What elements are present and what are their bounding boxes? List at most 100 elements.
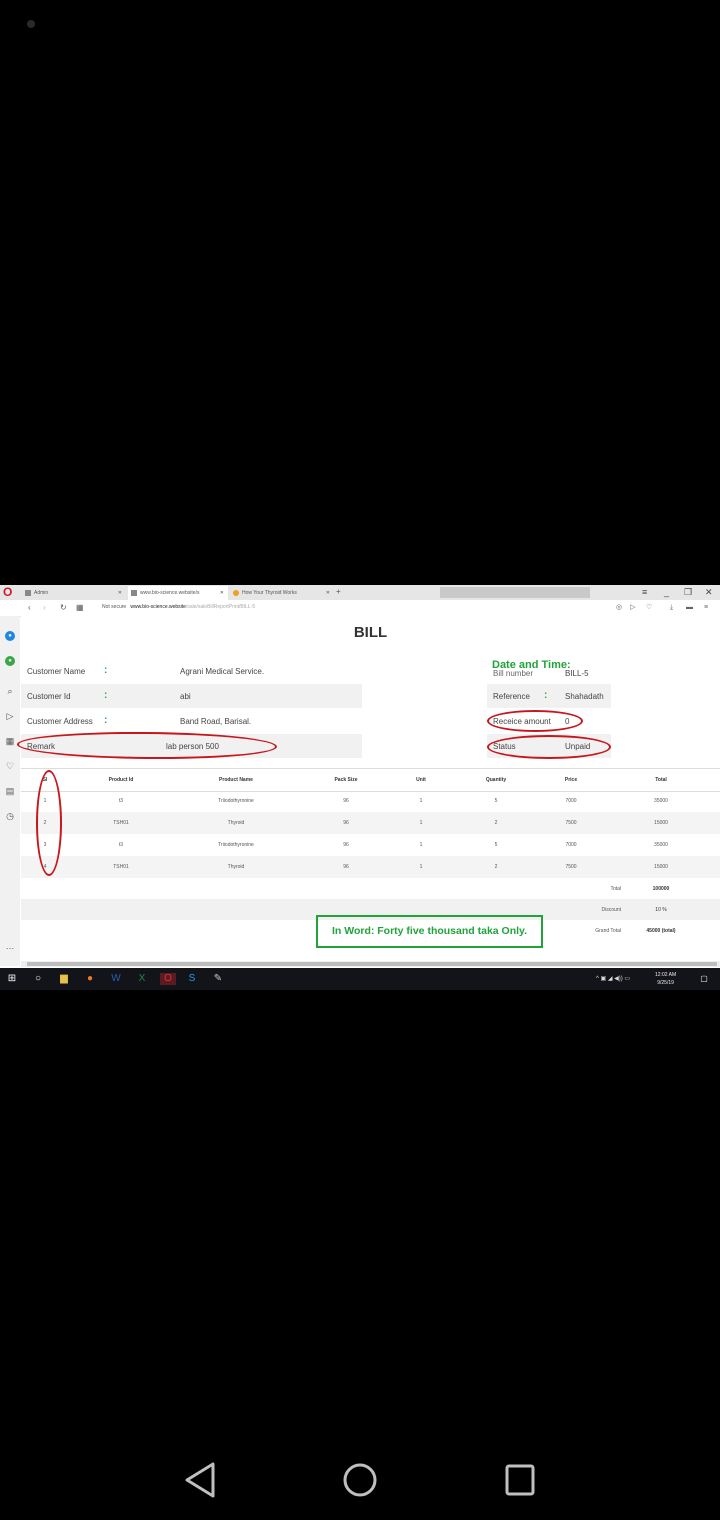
table-row: 2 TSH01 Thyroid 96 1 2 7500 15000 <box>21 812 720 834</box>
col-header-total: Total <box>655 777 667 783</box>
tabs-grid-icon[interactable]: ▦ <box>76 602 84 614</box>
close-window-icon[interactable]: ✕ <box>705 585 713 600</box>
news-icon[interactable]: ▤ <box>5 786 15 796</box>
browser-sidebar: ● ● ⌕ ▷ ▦ ♡ ▤ ◷ … <box>0 616 20 966</box>
file-explorer-icon[interactable]: ▆ <box>58 973 70 985</box>
excel-icon[interactable]: X <box>136 973 148 985</box>
customer-id-value: abi <box>180 692 191 701</box>
cell-price: 7500 <box>565 820 577 826</box>
colon: : <box>104 665 108 676</box>
reload-icon[interactable]: ↻ <box>60 602 67 614</box>
tab-bar-widget <box>440 587 590 598</box>
cell-unit: 1 <box>419 842 423 848</box>
tab-label: How Your Thyroid Works <box>242 590 297 596</box>
cell-price: 7500 <box>565 864 577 870</box>
total-value: 100000 <box>652 886 670 892</box>
table-row: 1 t3 Triiodothyronine 96 1 5 7000 35000 <box>21 790 720 812</box>
recents-nav-icon[interactable] <box>503 1460 537 1500</box>
horizontal-scrollbar[interactable] <box>21 961 720 967</box>
reference-value: Shahadath <box>565 692 604 701</box>
customer-name-value: Agrani Medical Service. <box>180 667 265 676</box>
word-icon[interactable]: W <box>110 973 122 985</box>
tab-bill-report[interactable]: www.bio-science.website/s ✕ <box>128 586 228 600</box>
back-icon[interactable]: ‹ <box>28 602 31 614</box>
heart-icon[interactable]: ♡ <box>646 602 652 614</box>
camera-dot <box>27 20 35 28</box>
cell-quantity: 5 <box>494 842 498 848</box>
play-icon[interactable]: ▷ <box>630 602 635 614</box>
receive-amount-annotation-ellipse <box>487 710 583 732</box>
forward-icon[interactable]: › <box>43 602 46 614</box>
address-bar: ‹ › ↻ ▦ Not secure www.bio-science.websi… <box>20 600 720 617</box>
cell-unit: 1 <box>419 820 423 826</box>
opera-logo-icon[interactable]: O <box>3 586 15 598</box>
cell-quantity: 5 <box>494 798 498 804</box>
cell-unit: 1 <box>419 798 423 804</box>
firefox-icon[interactable]: ● <box>84 973 96 985</box>
tab-favicon-icon <box>233 590 239 596</box>
snapshot-icon[interactable]: ◎ <box>616 602 622 614</box>
search-circle-icon[interactable]: ○ <box>32 973 44 985</box>
skype-icon[interactable]: S <box>186 973 198 985</box>
cell-price: 7000 <box>565 842 577 848</box>
clock-time: 12:02 AM <box>655 972 677 978</box>
speed-dial-icon[interactable]: ▦ <box>5 736 15 746</box>
flow-icon[interactable]: ▷ <box>5 711 15 721</box>
download-icon[interactable]: ⤓ <box>670 602 673 614</box>
customer-name-label: Customer Name <box>27 667 86 676</box>
grand-total-label: Grand Total <box>595 928 621 934</box>
cell-pack-size: 96 <box>343 798 349 804</box>
screenshot-area: O Admin ✕ www.bio-science.website/s ✕ Ho… <box>0 585 720 990</box>
sl-column-annotation-ellipse <box>36 770 62 876</box>
tab-thyroid[interactable]: How Your Thyroid Works ✕ <box>230 586 334 600</box>
new-tab-button[interactable]: + <box>336 586 341 598</box>
whatsapp-icon[interactable]: ● <box>5 656 15 666</box>
menu-icon[interactable]: ≡ <box>642 585 647 600</box>
minimize-icon[interactable]: _ <box>664 585 669 600</box>
cell-pack-size: 96 <box>343 820 349 826</box>
paint-icon[interactable]: ✎ <box>212 973 224 985</box>
messenger-icon[interactable]: ● <box>5 631 15 641</box>
close-icon[interactable]: ✕ <box>220 586 224 600</box>
colon: : <box>104 715 108 726</box>
cell-product-name: Thyroid <box>227 820 245 826</box>
cell-total: 35000 <box>654 798 668 804</box>
tab-label: Admin <box>34 590 49 596</box>
close-icon[interactable]: ✕ <box>118 586 122 600</box>
in-word-callout: In Word: Forty five thousand taka Only. <box>316 915 543 948</box>
status-annotation-ellipse <box>487 735 611 759</box>
opera-taskbar-icon[interactable]: O <box>160 973 176 985</box>
close-icon[interactable]: ✕ <box>326 586 330 600</box>
discount-value: 10 % <box>655 907 667 913</box>
customer-name-row: Customer Name : Agrani Medical Service. <box>21 659 362 683</box>
back-nav-icon[interactable] <box>183 1460 217 1500</box>
colon: : <box>104 690 108 701</box>
col-header-product-id: Product Id <box>108 777 134 783</box>
grand-total-value: 45000 (total) <box>646 928 676 934</box>
total-row: Total 100000 <box>21 878 720 899</box>
security-label: Not secure <box>102 604 127 610</box>
scrollbar-thumb[interactable] <box>27 962 717 966</box>
notifications-icon[interactable]: ▢ <box>698 973 710 985</box>
table-header: Sl Product Id Product Name Pack Size Uni… <box>21 768 720 792</box>
easy-setup-icon[interactable]: ≡ <box>704 602 708 614</box>
restore-icon[interactable]: ❐ <box>684 585 692 600</box>
col-header-product-name: Product Name <box>219 777 253 783</box>
windows-start-icon[interactable]: ⊞ <box>6 973 18 985</box>
cell-total: 15000 <box>654 864 668 870</box>
heart-icon[interactable]: ♡ <box>5 761 15 771</box>
cell-total: 35000 <box>654 842 668 848</box>
history-icon[interactable]: ◷ <box>5 811 15 821</box>
more-icon[interactable]: … <box>5 941 15 951</box>
page-title: BILL <box>353 624 388 641</box>
tab-admin[interactable]: Admin ✕ <box>22 586 126 600</box>
system-tray-icons[interactable]: ^ ▣ ◢ ◀)) ▭ <box>596 975 630 982</box>
url-field[interactable]: Not secure www.bio-science.website/sale/… <box>102 604 255 610</box>
date-time-label: Date and Time: <box>492 659 571 671</box>
table-row: 4 TSH01 Thyroid 96 1 2 7500 15000 <box>21 856 720 878</box>
col-header-pack-size: Pack Size <box>334 777 358 783</box>
search-icon[interactable]: ⌕ <box>5 686 15 696</box>
bill-page: BILL Customer Name : Agrani Medical Serv… <box>16 616 720 961</box>
taskbar-clock[interactable]: 12:02 AM 9/25/19 <box>655 971 676 987</box>
home-nav-icon[interactable] <box>342 1460 378 1500</box>
